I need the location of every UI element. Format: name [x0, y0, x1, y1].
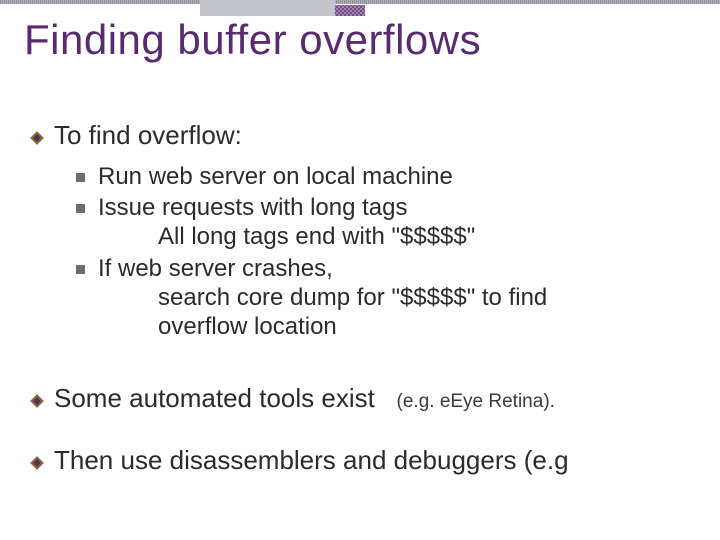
- decorative-top-strip: [0, 0, 720, 4]
- slide: Finding buffer overflows To find overflo…: [0, 0, 720, 540]
- sub-item-run-server: Run web server on local machine: [76, 162, 696, 191]
- diamond-bullet-icon: [30, 456, 44, 470]
- diamond-bullet-icon: [30, 394, 44, 408]
- sub-item-crash: If web server crashes, search core dump …: [76, 254, 696, 342]
- bullet-automated-tools: Some automated tools exist (e.g. eEye Re…: [30, 383, 696, 415]
- decorative-grey-block: [200, 0, 335, 16]
- note-text: (e.g. eEye Retina).: [397, 391, 555, 412]
- sub-item-text: Run web server on local machine: [98, 163, 453, 190]
- bullet-to-find-overflow: To find overflow:: [30, 120, 696, 152]
- sub-item-text: Issue requests with long tags: [98, 194, 408, 221]
- sub-item-continuation: All long tags end with "$$$$$": [158, 222, 696, 251]
- sub-item-continuation: search core dump for "$$$$$" to find: [158, 283, 696, 312]
- bullet-text: To find overflow:: [54, 120, 242, 150]
- bullet-disassemblers: Then use disassemblers and debuggers (e.…: [30, 445, 696, 477]
- diamond-bullet-icon: [30, 131, 44, 145]
- slide-title: Finding buffer overflows: [24, 16, 696, 64]
- slide-body: To find overflow: Run web server on loca…: [30, 120, 696, 487]
- sub-item-issue-requests: Issue requests with long tags All long t…: [76, 193, 696, 252]
- bullet-text: Some automated tools exist: [54, 383, 375, 413]
- bullet-text: Then use disassemblers and debuggers (e.…: [54, 445, 569, 475]
- sub-list: Run web server on local machine Issue re…: [76, 162, 696, 342]
- decorative-purple-dots: [335, 5, 365, 16]
- sub-item-continuation: overflow location: [158, 312, 696, 341]
- sub-item-text: If web server crashes,: [98, 255, 333, 282]
